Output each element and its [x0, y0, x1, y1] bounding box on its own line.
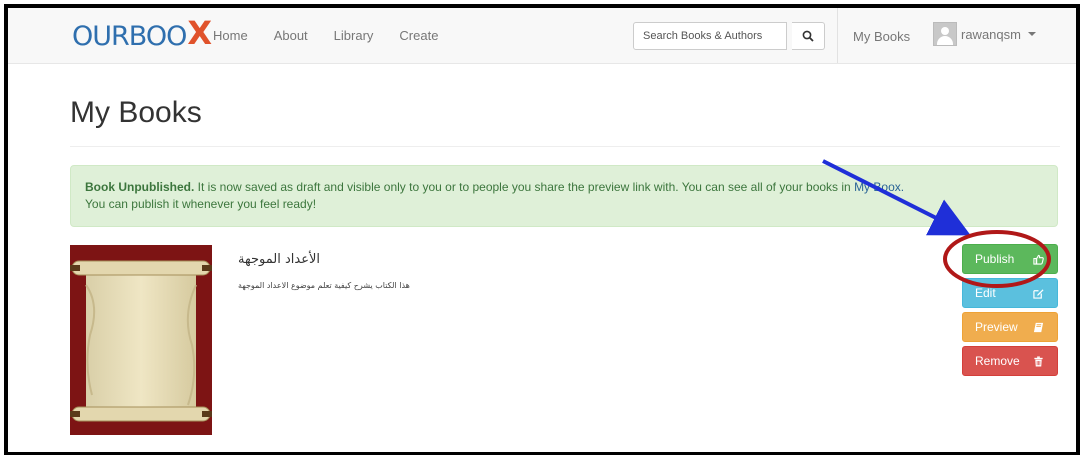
- nav-create[interactable]: Create: [399, 28, 438, 43]
- book-cover[interactable]: [70, 245, 212, 435]
- alert-text: It is now saved as draft and visible onl…: [194, 180, 855, 194]
- user-menu[interactable]: rawanqsm: [933, 22, 1036, 46]
- nav-home[interactable]: Home: [213, 28, 248, 43]
- search-form: [633, 22, 825, 50]
- search-button[interactable]: [792, 22, 825, 50]
- remove-label: Remove: [975, 354, 1020, 368]
- search-input[interactable]: [633, 22, 787, 50]
- nav-library[interactable]: Library: [334, 28, 374, 43]
- book-title[interactable]: الأعداد الموجهة: [238, 252, 320, 267]
- logo-text: OURBOO: [72, 21, 187, 52]
- book-icon: [1033, 322, 1044, 332]
- alert-line2: You can publish it whenever you feel rea…: [85, 197, 317, 211]
- search-icon: [802, 30, 814, 42]
- nav-my-books[interactable]: My Books: [853, 29, 910, 44]
- nav-divider: [837, 8, 838, 63]
- scroll-image: [70, 245, 212, 435]
- publish-button[interactable]: Publish: [962, 244, 1058, 274]
- preview-button[interactable]: Preview: [962, 312, 1058, 342]
- edit-label: Edit: [975, 286, 996, 300]
- avatar: [933, 22, 957, 46]
- trash-icon: [1034, 355, 1043, 367]
- screenshot-frame: OURBOOX Home About Library Create My Boo…: [4, 4, 1080, 455]
- nav-links: Home About Library Create: [213, 8, 464, 63]
- username: rawanqsm: [961, 26, 1021, 42]
- logo-x: X: [187, 14, 212, 52]
- edit-button[interactable]: Edit: [962, 278, 1058, 308]
- page-title: My Books: [70, 96, 202, 129]
- nav-about[interactable]: About: [274, 28, 308, 43]
- alert-my-boox-link[interactable]: My Boox.: [854, 180, 904, 194]
- edit-icon: [1033, 288, 1044, 299]
- navbar: OURBOOX Home About Library Create My Boo…: [8, 8, 1076, 64]
- site-logo[interactable]: OURBOO X: [72, 14, 212, 52]
- book-actions: Publish Edit Preview Remove: [962, 244, 1058, 380]
- status-alert: Book Unpublished. It is now saved as dra…: [70, 165, 1058, 227]
- publish-label: Publish: [975, 252, 1015, 266]
- book-description: هذا الكتاب يشرح كيفية تعلم موضوع الاعداد…: [238, 281, 410, 290]
- chevron-down-icon: [1027, 32, 1036, 36]
- remove-button[interactable]: Remove: [962, 346, 1058, 376]
- thumbs-up-icon: [1033, 254, 1044, 265]
- preview-label: Preview: [975, 320, 1018, 334]
- title-divider: [70, 146, 1060, 147]
- alert-bold: Book Unpublished.: [85, 180, 195, 194]
